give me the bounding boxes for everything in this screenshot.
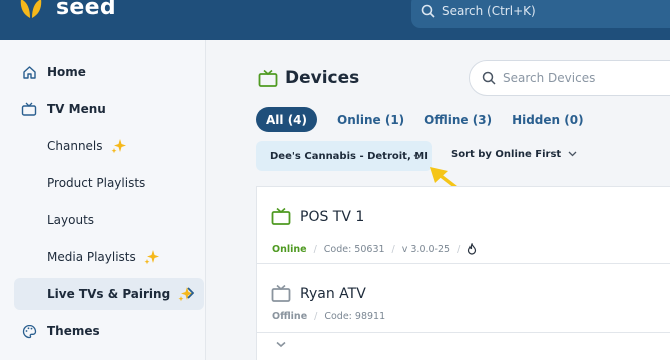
device-status: Offline <box>272 311 308 322</box>
device-name: Ryan ATV <box>300 285 366 302</box>
palette-icon <box>20 322 38 340</box>
device-code: Code: 50631 <box>323 243 385 255</box>
sidebar-item-label: Product Playlists <box>47 176 146 190</box>
search-icon <box>482 71 496 85</box>
sidebar-item-label: Themes <box>47 324 100 338</box>
device-name: POS TV 1 <box>300 208 365 225</box>
device-status: Online <box>272 243 307 255</box>
sparkle-icon <box>144 249 160 265</box>
chevron-down-icon <box>568 149 577 160</box>
sidebar-item-layouts[interactable]: Layouts <box>14 204 204 236</box>
sidebar-item-label: Layouts <box>47 213 95 227</box>
sidebar-item-themes[interactable]: Themes <box>14 315 204 347</box>
device-card[interactable] <box>256 332 670 360</box>
chevron-down-icon <box>413 152 422 163</box>
tv-icon <box>20 100 38 118</box>
sidebar-item-label: Live TVs & Pairing <box>47 287 171 301</box>
search-icon <box>421 4 435 18</box>
sidebar-item-label: Home <box>47 65 86 79</box>
device-search-input[interactable]: Search Devices <box>469 60 670 96</box>
sort-dropdown[interactable]: Sort by Online First <box>451 149 577 160</box>
sidebar-item-tv-menu[interactable]: TV Menu <box>14 93 204 125</box>
page-title-text: Devices <box>285 68 360 88</box>
sidebar-item-media-playlists[interactable]: Media Playlists <box>14 241 204 273</box>
tab-all[interactable]: All (4) <box>256 107 318 132</box>
sidebar-item-home[interactable]: Home <box>14 56 204 88</box>
sort-label: Sort by Online First <box>451 149 562 160</box>
tab-offline[interactable]: Offline (3) <box>424 107 492 132</box>
sparkle-icon <box>111 138 127 154</box>
sidebar-item-label: Channels <box>47 139 103 153</box>
top-bar: seed Search (Ctrl+K) <box>0 0 670 40</box>
device-code: Code: 98911 <box>324 311 386 322</box>
tab-hidden[interactable]: Hidden (0) <box>512 107 584 132</box>
global-search-input[interactable]: Search (Ctrl+K) <box>411 0 670 28</box>
tv-icon <box>271 284 291 302</box>
device-version: v 3.0.0-25 <box>401 243 451 255</box>
tv-icon <box>276 341 286 348</box>
location-filter-dropdown[interactable]: Dee's Cannabis - Detroit, MI <box>256 141 432 171</box>
tv-icon <box>271 207 291 225</box>
sidebar-item-label: Media Playlists <box>47 250 136 264</box>
brand-logo[interactable]: seed <box>18 0 116 20</box>
device-title: POS TV 1 <box>271 207 364 226</box>
sidebar-item-live-tvs-pairing[interactable]: Live TVs & Pairing <box>14 278 204 310</box>
tv-icon <box>258 69 278 87</box>
sidebar-item-channels[interactable]: Channels <box>14 130 204 162</box>
sidebar-item-product-playlists[interactable]: Product Playlists <box>14 167 204 199</box>
chevron-right-icon <box>186 287 195 302</box>
device-meta: Offline / Code: 98911 <box>272 311 386 322</box>
main-content: Devices Search Devices All (4) Online (1… <box>206 40 670 360</box>
device-filter-tabs: All (4) Online (1) Offline (3) Hidden (0… <box>256 107 584 132</box>
device-card[interactable]: Ryan ATV Offline / Code: 98911 <box>256 263 670 333</box>
page-title: Devices <box>258 68 359 88</box>
sidebar-item-label: TV Menu <box>47 102 106 116</box>
brand-name: seed <box>56 0 116 20</box>
seed-logo-icon <box>20 0 42 18</box>
flame-icon <box>468 243 477 255</box>
tab-online[interactable]: Online (1) <box>337 107 404 132</box>
sidebar: Home TV Menu Channels Product Playlists … <box>0 40 206 360</box>
device-title: Ryan ATV <box>271 284 366 303</box>
home-icon <box>20 63 38 81</box>
device-search-placeholder: Search Devices <box>503 71 596 85</box>
location-filter-value: Dee's Cannabis - Detroit, MI <box>270 150 428 162</box>
device-list: POS TV 1 Online / Code: 50631 / v 3.0.0-… <box>256 186 670 360</box>
device-card[interactable]: POS TV 1 Online / Code: 50631 / v 3.0.0-… <box>256 186 670 264</box>
device-title <box>271 341 291 360</box>
device-meta: Online / Code: 50631 / v 3.0.0-25 / <box>272 243 477 255</box>
global-search-placeholder: Search (Ctrl+K) <box>442 4 536 18</box>
